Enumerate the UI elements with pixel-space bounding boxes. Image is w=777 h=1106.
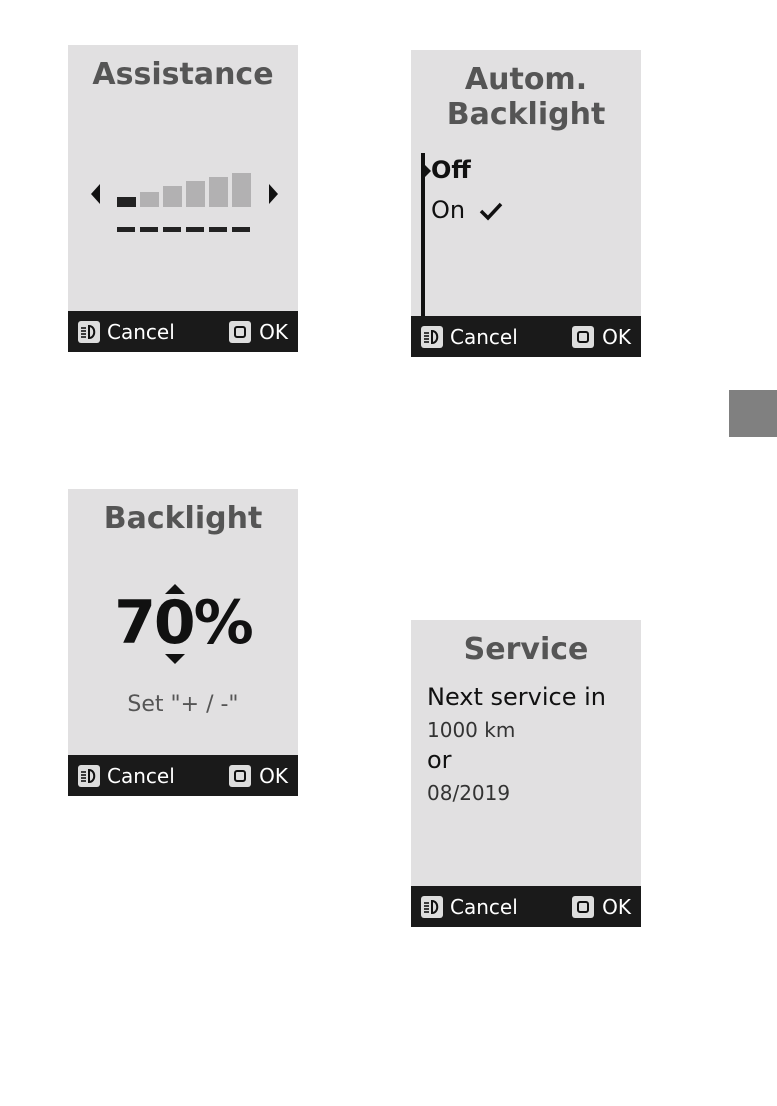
square-button-icon: [229, 320, 252, 343]
backlight-screen: Backlight 70% Set "+ / -" Cancel OK: [68, 489, 298, 796]
autom-backlight-title: Autom. Backlight: [411, 62, 641, 132]
cancel-button[interactable]: Cancel: [421, 886, 518, 927]
service-title: Service: [463, 632, 589, 667]
ok-button[interactable]: OK: [572, 886, 631, 927]
ok-label: OK: [259, 763, 288, 788]
square-button-icon: [229, 764, 252, 787]
light-icon: [421, 895, 443, 918]
service-date: 08/2019: [427, 781, 511, 805]
backlight-value: 70%: [114, 588, 254, 658]
level-bar-2[interactable]: [140, 192, 159, 207]
level-bar-3[interactable]: [163, 186, 182, 207]
light-icon: [421, 325, 443, 348]
footer-bar: Cancel OK: [411, 316, 641, 357]
level-bar-5[interactable]: [209, 177, 228, 207]
cancel-button[interactable]: Cancel: [78, 755, 175, 796]
cancel-button[interactable]: Cancel: [421, 316, 518, 357]
autom-backlight-screen: Autom. Backlight Off On Cancel OK: [411, 50, 641, 357]
next-service-label: Next service in: [427, 683, 607, 711]
selection-pointer-icon: [423, 163, 431, 179]
or-label: or: [427, 746, 452, 774]
footer-bar: Cancel OK: [68, 311, 298, 352]
ok-label: OK: [602, 894, 631, 919]
level-bar-1[interactable]: [117, 197, 136, 207]
arrow-left-icon[interactable]: [90, 184, 102, 204]
ok-label: OK: [259, 319, 288, 344]
ok-label: OK: [602, 324, 631, 349]
option-off[interactable]: Off: [431, 156, 471, 184]
arrow-down-icon[interactable]: [165, 654, 185, 664]
title-line-2: Backlight: [446, 97, 606, 133]
checkmark-icon: [479, 202, 503, 221]
arrow-right-icon[interactable]: [267, 184, 279, 204]
level-bar-4[interactable]: [186, 181, 205, 207]
cancel-label: Cancel: [450, 324, 518, 349]
footer-bar: Cancel OK: [411, 886, 641, 927]
assistance-screen: Assistance Cancel OK: [68, 45, 298, 352]
ok-button[interactable]: OK: [572, 316, 631, 357]
square-button-icon: [572, 325, 595, 348]
square-button-icon: [572, 895, 595, 918]
assistance-title: Assistance: [92, 57, 274, 92]
cancel-label: Cancel: [107, 319, 175, 344]
light-icon: [78, 320, 100, 343]
level-bar-6[interactable]: [232, 173, 251, 207]
footer-bar: Cancel OK: [68, 755, 298, 796]
service-screen: Service Next service in 1000 km or 08/20…: [411, 620, 641, 927]
cancel-button[interactable]: Cancel: [78, 311, 175, 352]
cancel-label: Cancel: [450, 894, 518, 919]
ok-button[interactable]: OK: [229, 755, 288, 796]
cancel-label: Cancel: [107, 763, 175, 788]
chapter-tab: [729, 390, 777, 437]
backlight-title: Backlight: [103, 501, 263, 536]
light-icon: [78, 764, 100, 787]
title-line-1: Autom.: [464, 62, 588, 97]
option-on[interactable]: On: [431, 196, 503, 224]
service-distance: 1000 km: [427, 718, 516, 742]
ok-button[interactable]: OK: [229, 311, 288, 352]
option-on-label: On: [431, 196, 466, 224]
backlight-hint: Set "+ / -": [127, 692, 239, 717]
